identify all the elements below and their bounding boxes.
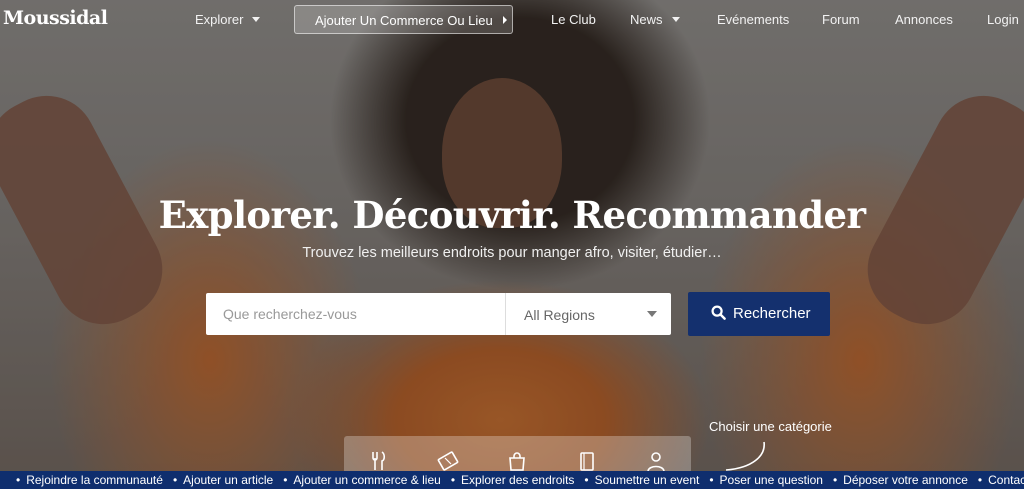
nav-explorer[interactable]: Explorer: [195, 12, 261, 27]
ticker-link[interactable]: Ajouter un article: [173, 471, 273, 489]
category-panel: [344, 436, 691, 476]
ticker-link[interactable]: Ajouter un commerce & lieu: [283, 471, 440, 489]
ticker-link[interactable]: Soumettre un event: [584, 471, 700, 489]
nav-events[interactable]: Evénements: [717, 12, 789, 27]
ticket-icon[interactable]: [437, 450, 459, 472]
person-icon[interactable]: [645, 450, 667, 472]
chevron-right-icon: [502, 16, 507, 24]
top-navigation: Moussidal Explorer Ajouter Un Commerce O…: [0, 0, 1024, 42]
chevron-down-icon: [671, 17, 680, 22]
book-icon[interactable]: [576, 450, 598, 472]
bottom-ticker: Rejoindre la communauté Ajouter un articl…: [0, 471, 1024, 489]
nav-club[interactable]: Le Club: [551, 12, 596, 27]
nav-news[interactable]: News: [630, 12, 680, 27]
fork-knife-icon[interactable]: [368, 450, 390, 472]
nav-forum[interactable]: Forum: [822, 12, 860, 27]
ticker-link[interactable]: Poser une question: [709, 471, 823, 489]
hero-headline: Explorer. Découvrir. Recommander: [158, 193, 866, 237]
search-button-label: Rechercher: [733, 305, 811, 322]
search-bar: All Regions: [206, 293, 671, 335]
ticker-link[interactable]: Explorer des endroits: [451, 471, 574, 489]
shopping-bag-icon[interactable]: [506, 450, 528, 472]
search-icon: [711, 305, 726, 320]
region-select-value: All Regions: [524, 307, 595, 323]
add-business-button[interactable]: Ajouter Un Commerce Ou Lieu: [294, 5, 513, 34]
nav-news-label: News: [630, 12, 663, 27]
nav-login[interactable]: Login: [987, 12, 1019, 27]
nav-ads[interactable]: Annonces: [895, 12, 953, 27]
search-button[interactable]: Rechercher: [688, 292, 830, 336]
choose-category-label: Choisir une catégorie: [709, 419, 832, 434]
nav-explorer-label: Explorer: [195, 12, 244, 27]
region-select[interactable]: All Regions: [506, 293, 671, 335]
ticker-track: Rejoindre la communauté Ajouter un articl…: [16, 471, 1024, 489]
ticker-link[interactable]: Rejoindre la communauté: [16, 471, 163, 489]
chevron-down-icon: [647, 311, 657, 317]
chevron-down-icon: [252, 17, 261, 22]
search-input[interactable]: [206, 293, 505, 335]
ticker-link[interactable]: Contact: [978, 471, 1024, 489]
ticker-link[interactable]: Déposer votre annonce: [833, 471, 968, 489]
curved-arrow-icon: [725, 441, 765, 471]
hero-subline: Trouvez les meilleurs endroits pour mang…: [302, 245, 722, 261]
add-business-label: Ajouter Un Commerce Ou Lieu: [315, 13, 493, 28]
site-logo[interactable]: Moussidal: [3, 7, 108, 29]
